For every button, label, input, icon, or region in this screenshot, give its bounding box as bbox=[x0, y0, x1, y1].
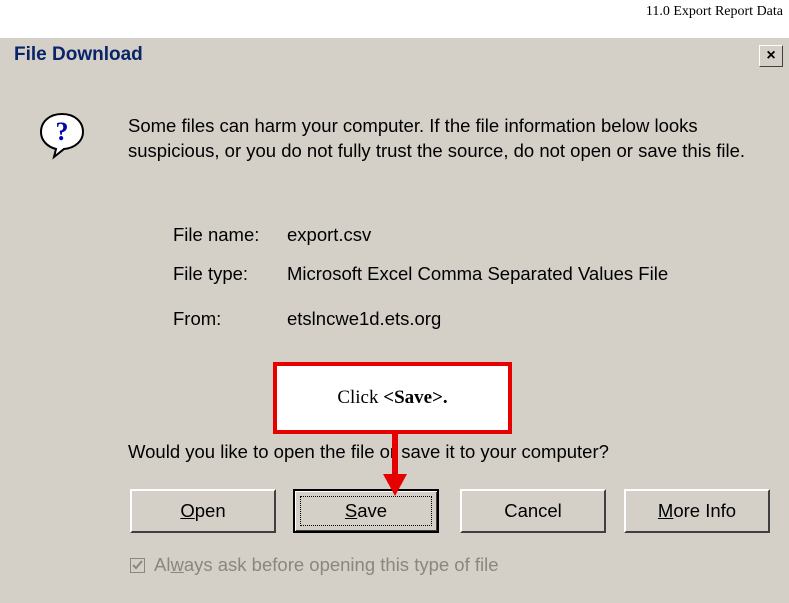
file-name-label: File name: bbox=[173, 224, 260, 245]
checkmark-icon bbox=[132, 559, 143, 569]
question-mark-bubble-icon: ? bbox=[39, 112, 85, 160]
dialog-title: File Download bbox=[14, 44, 143, 65]
more-label-post: ore Info bbox=[673, 500, 737, 521]
close-button[interactable]: × bbox=[759, 45, 783, 67]
focus-rect bbox=[300, 496, 432, 526]
file-from-value: etslncwe1d.ets.org bbox=[287, 308, 442, 329]
cancel-label: Cancel bbox=[504, 500, 562, 521]
open-button[interactable]: Open bbox=[130, 489, 276, 533]
instruction-callout: Click <Save>. bbox=[273, 362, 512, 434]
close-icon: × bbox=[766, 47, 776, 64]
callout-bold: <Save>. bbox=[383, 387, 448, 408]
checkbox-label-pre: Al bbox=[154, 554, 171, 575]
question-text: Would you like to open the file or save … bbox=[128, 441, 609, 462]
checkbox-label-post: ays ask before opening this type of file bbox=[183, 554, 499, 575]
cancel-button[interactable]: Cancel bbox=[460, 489, 606, 533]
dialog-titlebar: File Download × bbox=[0, 38, 789, 77]
file-name-row: File name: export.csv bbox=[173, 224, 371, 246]
svg-text:?: ? bbox=[56, 117, 69, 146]
warning-message: Some files can harm your computer. If th… bbox=[128, 115, 746, 161]
open-label-post: pen bbox=[194, 500, 226, 521]
file-from-label: From: bbox=[173, 308, 222, 329]
checkbox-label-accel: w bbox=[170, 554, 184, 575]
more-info-button[interactable]: More Info bbox=[624, 489, 770, 533]
file-type-row: File type: Microsoft Excel Comma Separate… bbox=[173, 263, 668, 285]
callout-prefix: Click bbox=[337, 387, 384, 408]
more-label-accel: M bbox=[657, 500, 674, 521]
callout-arrow-icon bbox=[383, 434, 407, 496]
always-ask-checkbox-row[interactable]: Al w ays ask before opening this type of f… bbox=[130, 554, 499, 576]
open-label-accel: O bbox=[180, 500, 195, 521]
file-from-row: From: etslncwe1d.ets.org bbox=[173, 308, 441, 330]
file-type-value: Microsoft Excel Comma Separated Values F… bbox=[287, 263, 669, 284]
save-button[interactable]: Save bbox=[293, 489, 439, 533]
page-header: 11.0 Export Report Data bbox=[645, 4, 783, 19]
file-name-value: export.csv bbox=[287, 224, 372, 245]
file-type-label: File type: bbox=[173, 263, 249, 284]
always-ask-checkbox[interactable] bbox=[130, 557, 145, 573]
